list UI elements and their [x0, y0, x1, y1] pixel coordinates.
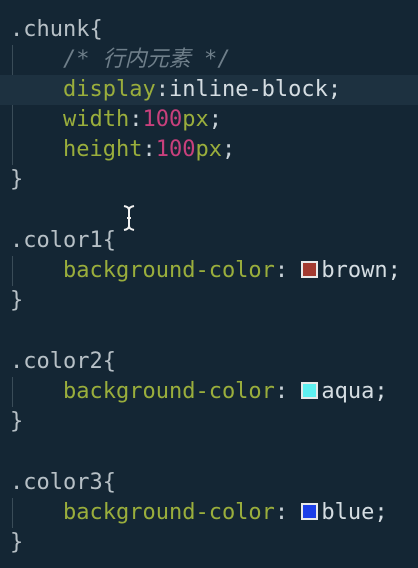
- code-line: }: [0, 528, 418, 558]
- selector-chunk: .chunk{: [10, 17, 103, 42]
- unit: px: [182, 107, 209, 132]
- property: background-color: [63, 258, 275, 283]
- code-line: background-color: brown;: [0, 256, 418, 286]
- colon: :: [142, 137, 156, 162]
- property: background-color: [63, 500, 275, 525]
- color-swatch-brown[interactable]: [301, 261, 319, 278]
- property: background-color: [63, 379, 275, 404]
- color-swatch-aqua[interactable]: [301, 382, 319, 399]
- close-brace: }: [10, 530, 24, 555]
- code-line: .color1{: [0, 226, 418, 256]
- code-line: }: [0, 286, 418, 316]
- code-line: .chunk{: [0, 15, 418, 45]
- code-line-current: display:inline-block;: [0, 75, 418, 105]
- value: blue;: [321, 500, 388, 525]
- code-line: }: [0, 407, 418, 437]
- colon: :: [274, 258, 302, 283]
- code-line: height:100px;: [0, 135, 418, 165]
- unit: px: [195, 137, 222, 162]
- code-line: width:100px;: [0, 105, 418, 135]
- property: display: [63, 77, 156, 102]
- colon: :: [129, 107, 143, 132]
- code-line: }: [0, 165, 418, 195]
- code-line: /* 行内元素 */: [0, 45, 418, 75]
- colon: :: [155, 77, 169, 102]
- selector-color3: .color3{: [10, 470, 116, 495]
- comment: /* 行内元素 */: [63, 47, 231, 72]
- code-line: .color3{: [0, 468, 418, 498]
- code-line: background-color: aqua;: [0, 377, 418, 407]
- selector-color2: .color2{: [10, 349, 116, 374]
- colon: :: [274, 500, 302, 525]
- number: 100: [155, 137, 196, 162]
- close-brace: }: [10, 288, 24, 313]
- semicolon: ;: [208, 107, 222, 132]
- colon: :: [274, 379, 302, 404]
- value: inline-block;: [168, 77, 342, 102]
- property: width: [63, 107, 130, 132]
- code-line: background-color: blue;: [0, 498, 418, 528]
- close-brace: }: [10, 167, 24, 192]
- number: 100: [142, 107, 183, 132]
- close-brace: }: [10, 409, 24, 434]
- selector-color1: .color1{: [10, 228, 116, 253]
- property: height: [63, 137, 143, 162]
- semicolon: ;: [221, 137, 236, 162]
- value: aqua;: [321, 379, 388, 404]
- code-line: .color2{: [0, 347, 418, 377]
- color-swatch-blue[interactable]: [301, 503, 319, 520]
- value: brown;: [321, 258, 401, 283]
